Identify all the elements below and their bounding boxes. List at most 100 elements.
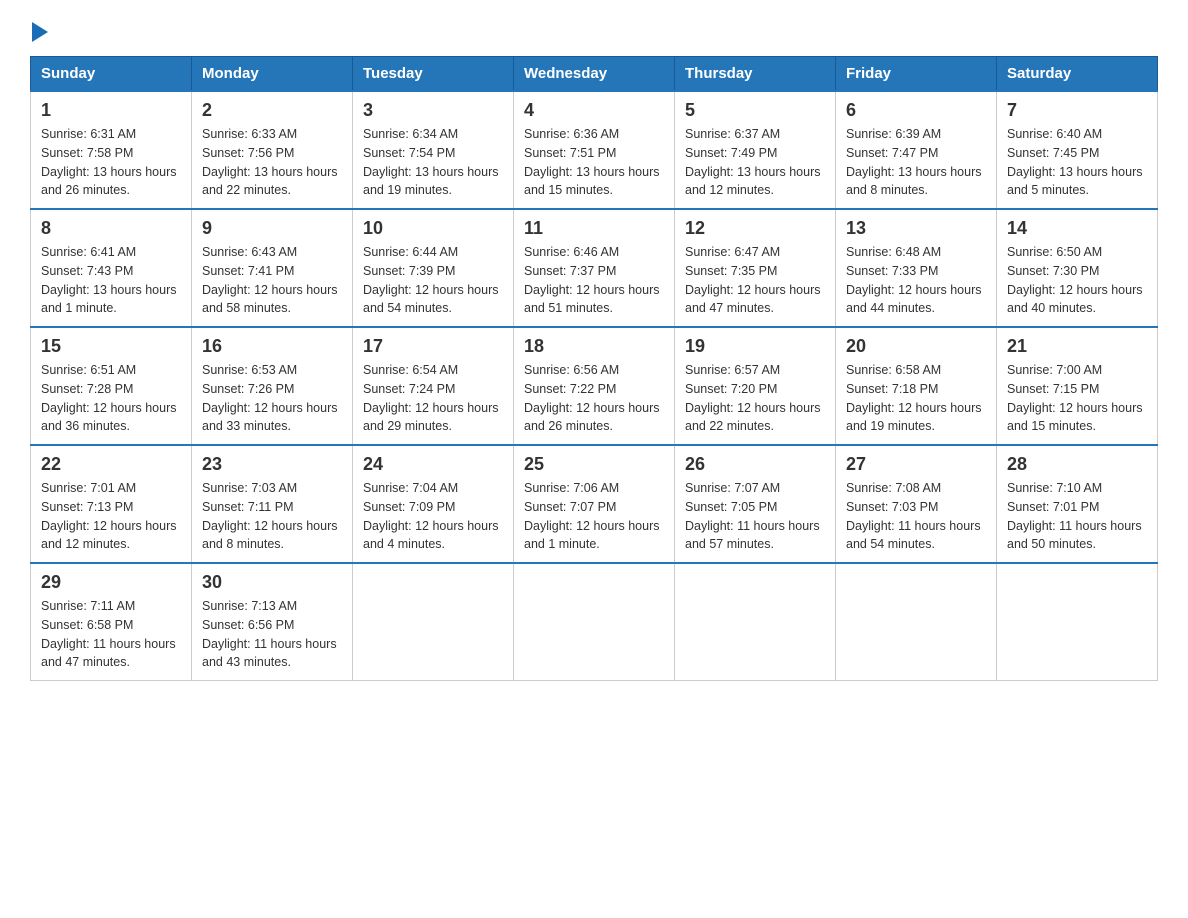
calendar-cell: 17 Sunrise: 6:54 AMSunset: 7:24 PMDayligh… — [353, 327, 514, 445]
day-number: 19 — [685, 336, 825, 357]
day-info: Sunrise: 7:11 AMSunset: 6:58 PMDaylight:… — [41, 597, 181, 672]
calendar-cell: 11Sunrise: 6:46 AMSunset: 7:37 PMDayligh… — [514, 209, 675, 327]
column-header-sunday: Sunday — [31, 57, 192, 92]
calendar-cell: 22 Sunrise: 7:01 AMSunset: 7:13 PMDayligh… — [31, 445, 192, 563]
day-info: Sunrise: 6:36 AMSunset: 7:51 PMDaylight:… — [524, 125, 664, 200]
day-number: 27 — [846, 454, 986, 475]
calendar-week-row: 29 Sunrise: 7:11 AMSunset: 6:58 PMDayligh… — [31, 563, 1158, 681]
day-number: 22 — [41, 454, 181, 475]
logo — [30, 20, 48, 38]
column-header-saturday: Saturday — [997, 57, 1158, 92]
day-number: 15 — [41, 336, 181, 357]
day-number: 4 — [524, 100, 664, 121]
day-number: 3 — [363, 100, 503, 121]
day-info: Sunrise: 6:39 AMSunset: 7:47 PMDaylight:… — [846, 125, 986, 200]
column-header-wednesday: Wednesday — [514, 57, 675, 92]
page-header — [30, 20, 1158, 38]
day-number: 11 — [524, 218, 664, 239]
logo-arrow-icon — [32, 22, 48, 42]
day-info: Sunrise: 6:47 AMSunset: 7:35 PMDaylight:… — [685, 243, 825, 318]
calendar-cell: 16 Sunrise: 6:53 AMSunset: 7:26 PMDayligh… — [192, 327, 353, 445]
calendar-cell: 23 Sunrise: 7:03 AMSunset: 7:11 PMDayligh… — [192, 445, 353, 563]
calendar-cell: 8Sunrise: 6:41 AMSunset: 7:43 PMDaylight… — [31, 209, 192, 327]
calendar-week-row: 15 Sunrise: 6:51 AMSunset: 7:28 PMDayligh… — [31, 327, 1158, 445]
day-info: Sunrise: 6:56 AMSunset: 7:22 PMDaylight:… — [524, 361, 664, 436]
day-info: Sunrise: 6:31 AMSunset: 7:58 PMDaylight:… — [41, 125, 181, 200]
day-info: Sunrise: 6:44 AMSunset: 7:39 PMDaylight:… — [363, 243, 503, 318]
calendar-cell: 6 Sunrise: 6:39 AMSunset: 7:47 PMDaylight… — [836, 91, 997, 209]
day-number: 28 — [1007, 454, 1147, 475]
day-info: Sunrise: 7:00 AMSunset: 7:15 PMDaylight:… — [1007, 361, 1147, 436]
calendar-cell — [353, 563, 514, 681]
day-number: 23 — [202, 454, 342, 475]
day-info: Sunrise: 6:50 AMSunset: 7:30 PMDaylight:… — [1007, 243, 1147, 318]
calendar-cell: 28 Sunrise: 7:10 AMSunset: 7:01 PMDayligh… — [997, 445, 1158, 563]
calendar-cell — [836, 563, 997, 681]
calendar-cell: 1Sunrise: 6:31 AMSunset: 7:58 PMDaylight… — [31, 91, 192, 209]
calendar-cell: 26Sunrise: 7:07 AMSunset: 7:05 PMDayligh… — [675, 445, 836, 563]
day-info: Sunrise: 7:01 AMSunset: 7:13 PMDaylight:… — [41, 479, 181, 554]
day-info: Sunrise: 7:10 AMSunset: 7:01 PMDaylight:… — [1007, 479, 1147, 554]
day-number: 14 — [1007, 218, 1147, 239]
calendar-cell: 19Sunrise: 6:57 AMSunset: 7:20 PMDayligh… — [675, 327, 836, 445]
calendar-week-row: 1Sunrise: 6:31 AMSunset: 7:58 PMDaylight… — [31, 91, 1158, 209]
calendar-cell: 24 Sunrise: 7:04 AMSunset: 7:09 PMDayligh… — [353, 445, 514, 563]
calendar-cell: 25 Sunrise: 7:06 AMSunset: 7:07 PMDayligh… — [514, 445, 675, 563]
day-info: Sunrise: 6:40 AMSunset: 7:45 PMDaylight:… — [1007, 125, 1147, 200]
calendar-cell: 14 Sunrise: 6:50 AMSunset: 7:30 PMDayligh… — [997, 209, 1158, 327]
day-number: 26 — [685, 454, 825, 475]
day-number: 21 — [1007, 336, 1147, 357]
day-info: Sunrise: 6:34 AMSunset: 7:54 PMDaylight:… — [363, 125, 503, 200]
calendar-cell: 21 Sunrise: 7:00 AMSunset: 7:15 PMDayligh… — [997, 327, 1158, 445]
calendar-cell: 20Sunrise: 6:58 AMSunset: 7:18 PMDayligh… — [836, 327, 997, 445]
calendar-cell: 7Sunrise: 6:40 AMSunset: 7:45 PMDaylight… — [997, 91, 1158, 209]
day-number: 12 — [685, 218, 825, 239]
calendar-table: SundayMondayTuesdayWednesdayThursdayFrid… — [30, 56, 1158, 681]
day-number: 6 — [846, 100, 986, 121]
day-info: Sunrise: 7:03 AMSunset: 7:11 PMDaylight:… — [202, 479, 342, 554]
day-info: Sunrise: 6:37 AMSunset: 7:49 PMDaylight:… — [685, 125, 825, 200]
day-number: 17 — [363, 336, 503, 357]
calendar-cell: 30Sunrise: 7:13 AMSunset: 6:56 PMDayligh… — [192, 563, 353, 681]
day-info: Sunrise: 7:04 AMSunset: 7:09 PMDaylight:… — [363, 479, 503, 554]
calendar-cell: 3 Sunrise: 6:34 AMSunset: 7:54 PMDaylight… — [353, 91, 514, 209]
day-info: Sunrise: 7:13 AMSunset: 6:56 PMDaylight:… — [202, 597, 342, 672]
day-number: 10 — [363, 218, 503, 239]
day-number: 29 — [41, 572, 181, 593]
calendar-cell: 2 Sunrise: 6:33 AMSunset: 7:56 PMDaylight… — [192, 91, 353, 209]
column-header-friday: Friday — [836, 57, 997, 92]
column-header-monday: Monday — [192, 57, 353, 92]
column-header-tuesday: Tuesday — [353, 57, 514, 92]
day-info: Sunrise: 6:54 AMSunset: 7:24 PMDaylight:… — [363, 361, 503, 436]
day-number: 5 — [685, 100, 825, 121]
day-info: Sunrise: 6:33 AMSunset: 7:56 PMDaylight:… — [202, 125, 342, 200]
day-number: 2 — [202, 100, 342, 121]
calendar-cell: 18 Sunrise: 6:56 AMSunset: 7:22 PMDayligh… — [514, 327, 675, 445]
day-number: 8 — [41, 218, 181, 239]
calendar-header-row: SundayMondayTuesdayWednesdayThursdayFrid… — [31, 57, 1158, 92]
calendar-cell: 13Sunrise: 6:48 AMSunset: 7:33 PMDayligh… — [836, 209, 997, 327]
calendar-cell: 10 Sunrise: 6:44 AMSunset: 7:39 PMDayligh… — [353, 209, 514, 327]
calendar-cell: 9Sunrise: 6:43 AMSunset: 7:41 PMDaylight… — [192, 209, 353, 327]
calendar-cell: 12 Sunrise: 6:47 AMSunset: 7:35 PMDayligh… — [675, 209, 836, 327]
day-info: Sunrise: 7:08 AMSunset: 7:03 PMDaylight:… — [846, 479, 986, 554]
calendar-week-row: 8Sunrise: 6:41 AMSunset: 7:43 PMDaylight… — [31, 209, 1158, 327]
calendar-cell: 15 Sunrise: 6:51 AMSunset: 7:28 PMDayligh… — [31, 327, 192, 445]
day-number: 9 — [202, 218, 342, 239]
calendar-week-row: 22 Sunrise: 7:01 AMSunset: 7:13 PMDayligh… — [31, 445, 1158, 563]
day-number: 13 — [846, 218, 986, 239]
day-info: Sunrise: 7:06 AMSunset: 7:07 PMDaylight:… — [524, 479, 664, 554]
calendar-cell — [675, 563, 836, 681]
day-number: 18 — [524, 336, 664, 357]
column-header-thursday: Thursday — [675, 57, 836, 92]
day-number: 16 — [202, 336, 342, 357]
day-number: 25 — [524, 454, 664, 475]
day-info: Sunrise: 6:51 AMSunset: 7:28 PMDaylight:… — [41, 361, 181, 436]
calendar-cell — [997, 563, 1158, 681]
calendar-cell: 29 Sunrise: 7:11 AMSunset: 6:58 PMDayligh… — [31, 563, 192, 681]
calendar-cell: 27 Sunrise: 7:08 AMSunset: 7:03 PMDayligh… — [836, 445, 997, 563]
day-number: 24 — [363, 454, 503, 475]
day-info: Sunrise: 6:53 AMSunset: 7:26 PMDaylight:… — [202, 361, 342, 436]
calendar-cell: 4 Sunrise: 6:36 AMSunset: 7:51 PMDaylight… — [514, 91, 675, 209]
calendar-cell — [514, 563, 675, 681]
